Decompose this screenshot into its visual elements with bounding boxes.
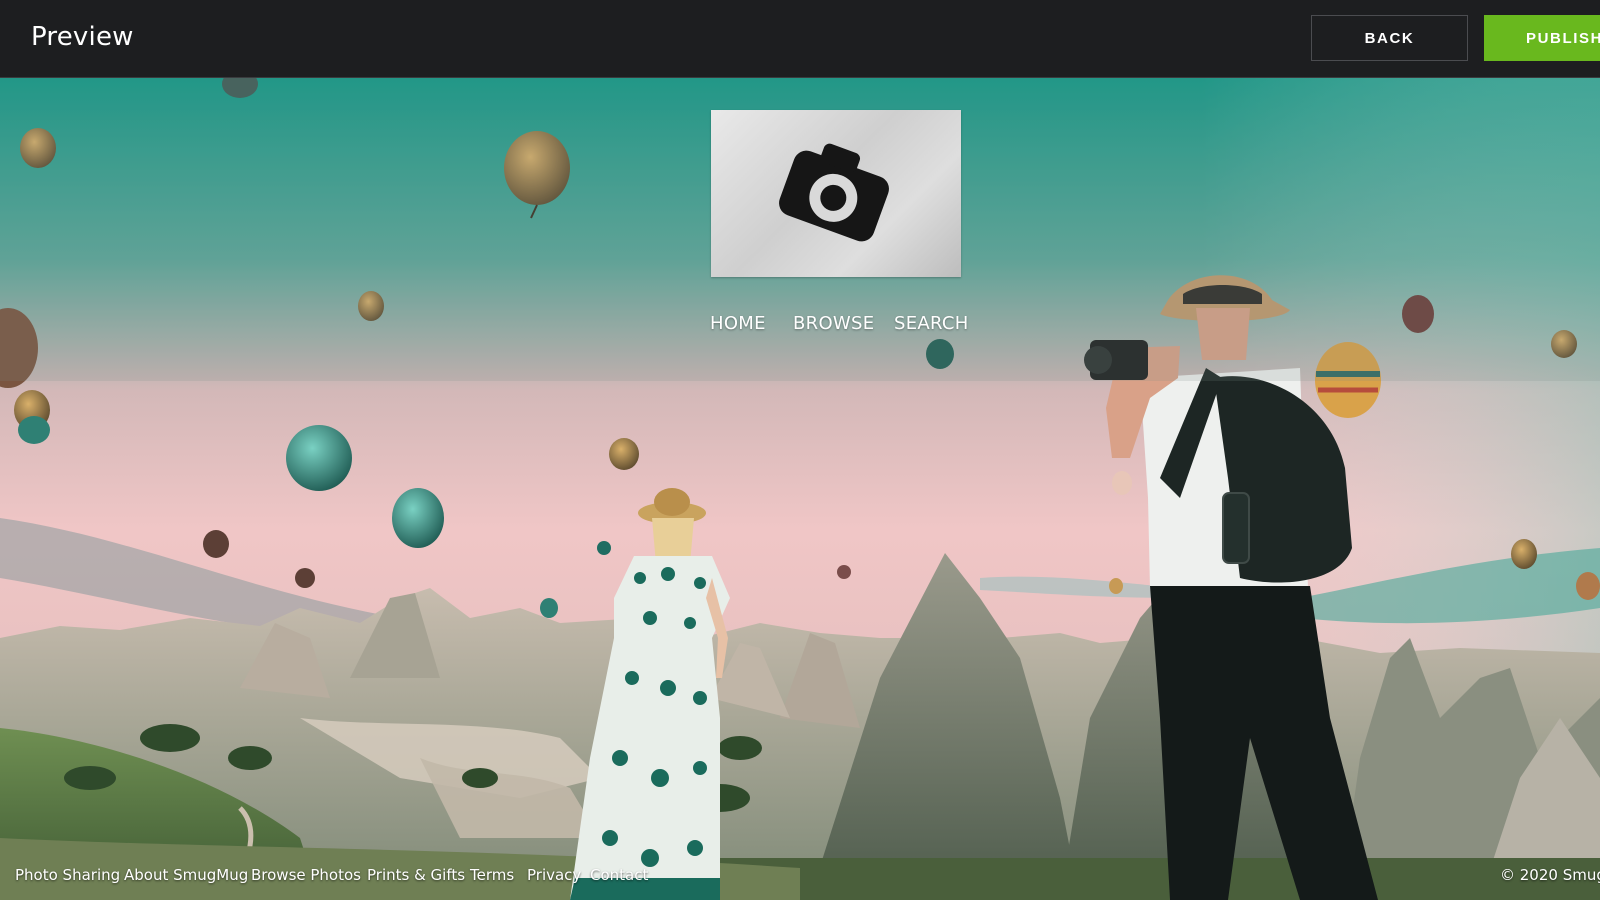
back-button[interactable]: BACK [1311,15,1468,61]
nav-search-link[interactable]: SEARCH [894,313,969,334]
site-logo[interactable] [711,110,961,277]
publish-button[interactable]: PUBLISH [1484,15,1600,61]
preview-title: Preview [31,22,134,52]
footer-link-privacy[interactable]: Privacy [527,866,581,884]
nav-home-link[interactable]: HOME [710,313,766,334]
camera-icon [779,143,889,242]
preview-toolbar: Preview BACK PUBLISH [0,0,1600,78]
copyright-text: © 2020 SmugMug [1500,866,1600,884]
footer-link-contact[interactable]: Contact [590,866,648,884]
footer-link-browse-photos[interactable]: Browse Photos [251,866,361,884]
footer-link-terms[interactable]: Terms [470,866,514,884]
footer-link-photo-sharing[interactable]: Photo Sharing [15,866,120,884]
nav-browse-link[interactable]: BROWSE [793,313,874,334]
footer-link-prints-gifts[interactable]: Prints & Gifts [367,866,465,884]
footer-link-about[interactable]: About SmugMug [124,866,248,884]
